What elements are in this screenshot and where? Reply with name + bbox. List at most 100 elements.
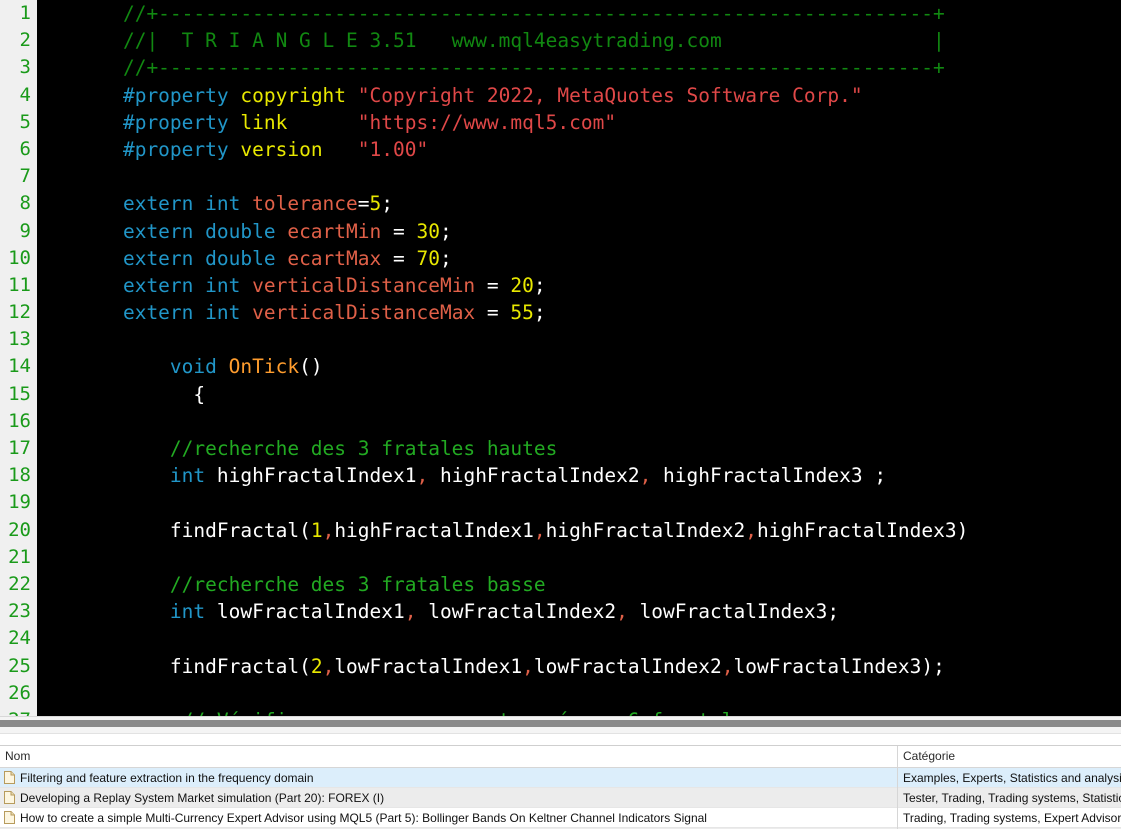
- column-header-nom[interactable]: Nom: [0, 746, 898, 767]
- code-token: verticalDistanceMax: [252, 301, 487, 325]
- code-line[interactable]: //recherche des 3 fratales basse: [76, 571, 1121, 598]
- document-icon: [4, 791, 15, 804]
- code-line[interactable]: int lowFractalIndex1, lowFractalIndex2, …: [76, 598, 1121, 625]
- line-number: 14: [8, 355, 31, 378]
- document-icon: [4, 771, 15, 784]
- code-token: ;: [439, 219, 452, 243]
- row-name-cell[interactable]: How to create a simple Multi-Currency Ex…: [0, 807, 898, 828]
- code-token: lowFractalIndex2: [533, 654, 722, 678]
- line-number: 13: [8, 328, 31, 351]
- code-line[interactable]: [76, 680, 1121, 707]
- code-line[interactable]: void OnTick(): [76, 353, 1121, 380]
- code-line[interactable]: [76, 544, 1121, 571]
- code-line[interactable]: extern double ecartMax = 70;: [76, 245, 1121, 272]
- code-line[interactable]: {: [76, 381, 1121, 408]
- code-token: findFractal: [76, 518, 300, 542]
- code-token: highFractalIndex2: [545, 518, 746, 542]
- line-number: 4: [19, 83, 31, 106]
- table-row[interactable]: Developing a Replay System Market simula…: [0, 787, 1121, 808]
- line-number: 9: [19, 219, 31, 242]
- code-token: "1.00": [357, 137, 429, 161]
- code-token: lowFractalIndex1: [334, 654, 523, 678]
- code-line[interactable]: //recherche des 3 fratales hautes: [76, 435, 1121, 462]
- code-line[interactable]: [76, 326, 1121, 353]
- code-line[interactable]: extern int tolerance=5;: [76, 190, 1121, 217]
- row-name-label: Developing a Replay System Market simula…: [20, 790, 385, 805]
- panel-splitter[interactable]: [0, 734, 1121, 746]
- code-line[interactable]: //+-------------------------------------…: [76, 54, 1121, 81]
- code-line[interactable]: extern int verticalDistanceMax = 55;: [76, 299, 1121, 326]
- code-token: ,: [533, 518, 546, 542]
- code-line[interactable]: #property link "https://www.mql5.com": [76, 109, 1121, 136]
- line-number: 16: [8, 409, 31, 432]
- code-token: tolerance: [252, 192, 358, 216]
- code-token: extern double: [76, 219, 288, 243]
- line-number: 24: [8, 627, 31, 650]
- code-token: link: [240, 110, 358, 134]
- row-name-cell[interactable]: Developing a Replay System Market simula…: [0, 787, 898, 808]
- code-token: //recherche des 3 fratales hautes: [76, 437, 558, 460]
- code-token: #property: [76, 83, 241, 107]
- article-list-panel: Nom Catégorie Filtering and feature extr…: [0, 746, 1121, 829]
- code-line[interactable]: //| T R I A N G L E 3.51 www.mql4easytra…: [76, 27, 1121, 54]
- code-line[interactable]: #property copyright "Copyright 2022, Met…: [76, 82, 1121, 109]
- code-line[interactable]: [76, 408, 1121, 435]
- code-line[interactable]: [76, 163, 1121, 190]
- code-line[interactable]: findFractal(2,lowFractalIndex1,lowFracta…: [76, 653, 1121, 680]
- horizontal-scroll-thumb[interactable]: [0, 720, 1121, 727]
- code-text-area[interactable]: //+-------------------------------------…: [38, 0, 1121, 716]
- code-token: ,: [522, 654, 534, 678]
- line-number: 7: [19, 165, 31, 188]
- line-number: 25: [8, 654, 31, 677]
- metaeditor-window: 1 2 3 4 5 6 7 8 9 10 11 12 13 14 15 16 17 18 19 20 21 22 23 24 2…: [0, 0, 1121, 829]
- code-token: ;: [874, 464, 887, 488]
- line-number: 19: [8, 491, 31, 514]
- code-token: highFractalIndex3: [651, 464, 875, 488]
- code-token: ecartMin: [287, 219, 393, 243]
- code-line[interactable]: extern double ecartMin = 30;: [76, 218, 1121, 245]
- horizontal-scrollbar[interactable]: [0, 716, 1121, 734]
- code-token: 20: [510, 273, 534, 297]
- line-number: 23: [8, 600, 31, 623]
- row-category-cell: Examples, Experts, Statistics and analys…: [903, 770, 1121, 785]
- table-row[interactable]: Filtering and feature extraction in the …: [0, 767, 1121, 788]
- code-token: extern int: [76, 273, 253, 297]
- line-number: 21: [8, 545, 31, 568]
- code-line[interactable]: [76, 625, 1121, 652]
- code-token: extern int: [76, 192, 253, 216]
- code-token: ,: [322, 654, 335, 678]
- code-token: =: [393, 219, 417, 243]
- code-line[interactable]: [76, 489, 1121, 516]
- row-category-cell: Trading, Trading systems, Expert Advisor…: [903, 810, 1121, 825]
- code-token: "Copyright 2022, MetaQuotes Software Cor…: [357, 83, 863, 107]
- line-number: 17: [8, 437, 31, 459]
- code-token: ,: [404, 600, 417, 624]
- code-token: int: [76, 600, 217, 624]
- row-name-label: Filtering and feature extraction in the …: [20, 770, 314, 785]
- code-token: extern double: [76, 246, 288, 270]
- code-token: "https://www.mql5.com": [357, 110, 617, 134]
- code-token: ;: [439, 246, 452, 270]
- code-token: 55: [510, 301, 534, 325]
- code-token: OnTick: [228, 355, 300, 379]
- row-name-cell[interactable]: Filtering and feature extraction in the …: [0, 767, 898, 788]
- code-token: (: [299, 654, 311, 678]
- column-header-categorie[interactable]: Catégorie: [898, 746, 1121, 767]
- code-line[interactable]: #property version "1.00": [76, 136, 1121, 163]
- code-line[interactable]: extern int verticalDistanceMin = 20;: [76, 272, 1121, 299]
- table-row[interactable]: How to create a simple Multi-Currency Ex…: [0, 807, 1121, 828]
- list-column-header: Nom Catégorie: [0, 746, 1121, 768]
- code-token: #property: [76, 137, 241, 161]
- code-token: //recherche des 3 fratales basse: [76, 572, 546, 596]
- line-number: 2: [19, 29, 31, 52]
- code-line[interactable]: int highFractalIndex1, highFractalIndex2…: [76, 462, 1121, 489]
- code-token: );: [921, 654, 945, 678]
- code-line[interactable]: // Vérifier que nous avons trouvé nos 6 …: [76, 707, 1121, 716]
- code-token: highFractalIndex3: [757, 518, 957, 542]
- code-token: (): [299, 355, 323, 379]
- code-line[interactable]: findFractal(1,highFractalIndex1,highFrac…: [76, 517, 1121, 544]
- code-line[interactable]: //+-------------------------------------…: [76, 0, 1121, 27]
- code-token: =: [357, 192, 370, 216]
- code-editor[interactable]: 1 2 3 4 5 6 7 8 9 10 11 12 13 14 15 16 17 18 19 20 21 22 23 24 2…: [0, 0, 1121, 716]
- code-token: =: [393, 246, 417, 270]
